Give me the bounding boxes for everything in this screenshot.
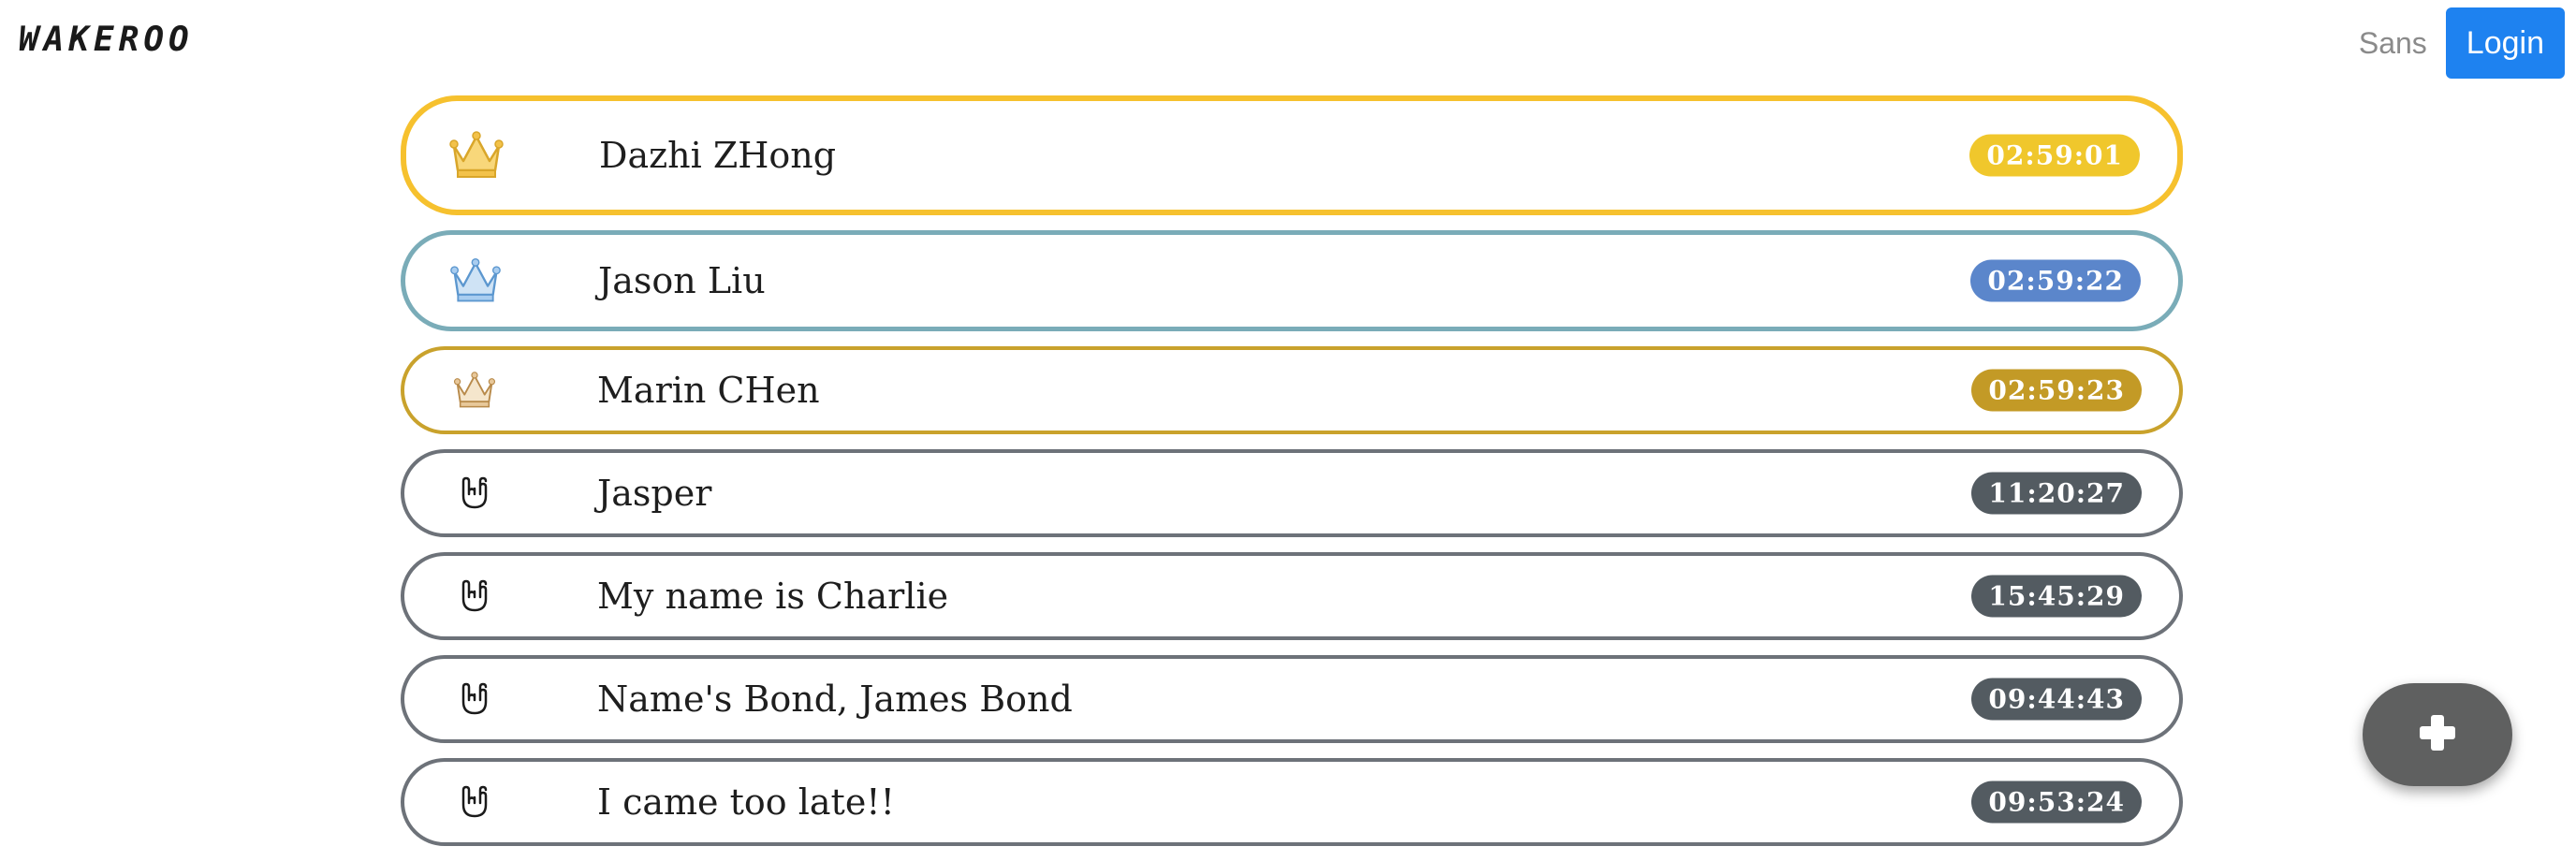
entry-name: Jasper <box>597 473 712 514</box>
list-item: Jason Liu 02:59:22 <box>401 230 2183 331</box>
time-badge: 02:59:01 <box>1969 134 2140 177</box>
rock-hand-icon <box>446 567 504 625</box>
entry-name: I came too late!! <box>597 781 895 823</box>
list-item: I came too late!! 09:53:24 <box>401 758 2183 846</box>
entry-name: Jason Liu <box>598 260 766 301</box>
bronze-crown-icon <box>446 361 504 419</box>
entry-name: Name's Bond, James Bond <box>597 679 1073 720</box>
entry-name: Dazhi ZHong <box>599 135 837 176</box>
rock-hand-icon <box>446 773 504 831</box>
time-badge: 11:20:27 <box>1971 472 2142 515</box>
time-badge: 09:44:43 <box>1971 678 2142 721</box>
login-button[interactable]: Login <box>2445 7 2565 79</box>
nav-actions: Sans Login <box>2359 7 2565 79</box>
entry-name: Marin CHen <box>597 370 820 411</box>
entry-name: My name is Charlie <box>597 576 949 617</box>
rock-hand-icon <box>446 464 504 522</box>
font-toggle[interactable]: Sans <box>2359 26 2427 61</box>
list-item: Marin CHen 02:59:23 <box>401 346 2183 434</box>
silver-crown-icon <box>446 252 505 310</box>
time-badge: 02:59:23 <box>1971 369 2142 412</box>
list-item: Name's Bond, James Bond 09:44:43 <box>401 655 2183 743</box>
list-item: Jasper 11:20:27 <box>401 449 2183 537</box>
rock-hand-icon <box>446 670 504 728</box>
navbar: WAKEROO Sans Login <box>0 0 2576 88</box>
leaderboard-list: Dazhi ZHong 02:59:01 Jason Liu 02:59:22 <box>401 95 2183 861</box>
gold-crown-icon <box>447 126 505 184</box>
time-badge: 09:53:24 <box>1971 781 2142 824</box>
brand-logo[interactable]: WAKEROO <box>19 21 194 59</box>
list-item: Dazhi ZHong 02:59:01 <box>401 95 2183 215</box>
time-badge: 02:59:22 <box>1970 259 2141 302</box>
time-badge: 15:45:29 <box>1971 575 2142 618</box>
add-button[interactable] <box>2363 683 2512 786</box>
list-item: My name is Charlie 15:45:29 <box>401 552 2183 640</box>
plus-icon <box>2417 712 2458 757</box>
